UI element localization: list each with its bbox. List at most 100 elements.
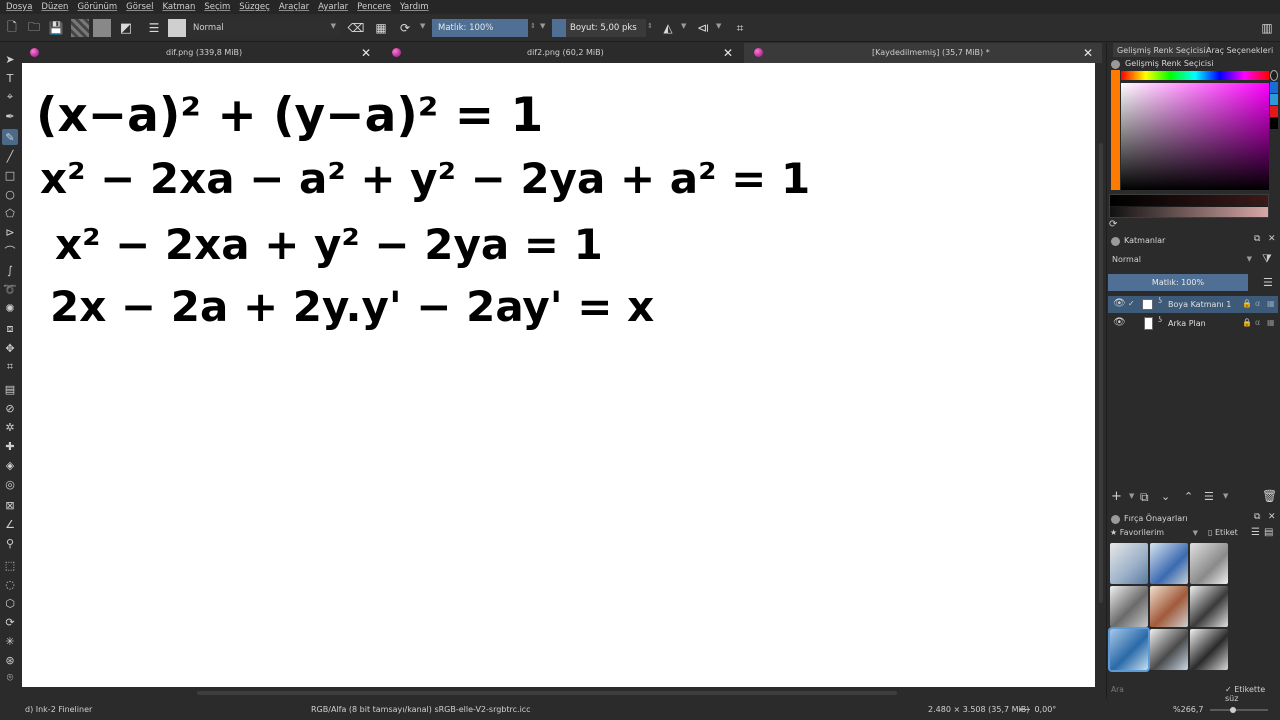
eraser-icon[interactable]: ⌫ bbox=[347, 19, 365, 37]
brush-preset-sketch[interactable] bbox=[1150, 629, 1188, 670]
alpha-icon[interactable]: α bbox=[1255, 299, 1260, 308]
save-icon[interactable]: 💾 bbox=[47, 19, 65, 37]
menu-icon[interactable]: ☰ bbox=[1263, 276, 1273, 289]
brush-preset-ink-fineliner-selected[interactable] bbox=[1108, 627, 1150, 672]
reference-images-tool-icon[interactable]: ⚲ bbox=[2, 535, 18, 551]
close-icon[interactable]: ✕ bbox=[361, 46, 371, 60]
status-rotation[interactable]: ⟵ 0,00° bbox=[1019, 699, 1056, 720]
inherit-alpha-icon[interactable]: ▦ bbox=[1267, 299, 1275, 308]
float-panel-icon[interactable]: ⧉ bbox=[1254, 234, 1260, 244]
mirror-vertical-icon[interactable]: ⧏ bbox=[694, 19, 712, 37]
select-shapes-tool-icon[interactable]: ➤ bbox=[2, 51, 18, 67]
brush-preset-eraser[interactable] bbox=[1110, 543, 1148, 584]
move-layer-down-icon[interactable]: ⌄ bbox=[1161, 490, 1170, 503]
calligraphy-tool-icon[interactable]: ✒ bbox=[2, 108, 18, 124]
brush-preset-ink-pen[interactable] bbox=[1110, 586, 1148, 627]
tab-dif[interactable]: dif.png (339,8 MiB) ✕ bbox=[20, 43, 380, 63]
menu-item[interactable]: Süzgeç bbox=[239, 2, 270, 12]
layer-blend-select[interactable]: Normal ▼ bbox=[1108, 252, 1256, 266]
patch-circle-icon[interactable] bbox=[1270, 70, 1278, 81]
assistant-tool-icon[interactable]: ⊠ bbox=[2, 497, 18, 513]
brush-preset-icon[interactable] bbox=[168, 19, 186, 37]
fg-bg-color-icon[interactable]: ◩ bbox=[117, 19, 135, 37]
alpha-lock-icon[interactable]: ▦ bbox=[372, 19, 390, 37]
saturation-value-square[interactable] bbox=[1121, 83, 1269, 190]
reload-preset-icon[interactable]: ⟳ bbox=[396, 19, 414, 37]
freehand-selection-tool-icon[interactable]: ⟳ bbox=[2, 614, 18, 630]
scrollbar-thumb[interactable] bbox=[197, 691, 897, 695]
foreground-color-bar[interactable] bbox=[1111, 70, 1120, 190]
tab-dif2[interactable]: dif2.png (60,2 MiB) ✕ bbox=[382, 43, 742, 63]
wrap-around-icon[interactable]: ⌗ bbox=[731, 19, 749, 37]
mirror-horizontal-icon[interactable]: ◭ bbox=[659, 19, 677, 37]
color-patch[interactable] bbox=[1270, 118, 1278, 129]
rectangular-selection-tool-icon[interactable]: ⬚ bbox=[2, 557, 18, 573]
close-icon[interactable]: ✕ bbox=[1268, 234, 1276, 244]
menu-item[interactable]: Pencere bbox=[357, 2, 391, 12]
close-icon[interactable]: ✕ bbox=[723, 46, 733, 60]
color-patch[interactable] bbox=[1270, 106, 1278, 117]
checkmark-icon[interactable]: ✓ bbox=[1128, 299, 1135, 308]
measure-tool-icon[interactable]: ∠ bbox=[2, 516, 18, 532]
close-icon[interactable]: ✕ bbox=[1268, 512, 1276, 522]
alpha-icon[interactable]: α bbox=[1255, 318, 1260, 327]
lock-icon[interactable]: 🔒 bbox=[1242, 318, 1252, 327]
polyline-tool-icon[interactable]: ⊳ bbox=[2, 224, 18, 240]
brush-preset-pencil-blue[interactable] bbox=[1150, 543, 1188, 584]
delete-layer-icon[interactable]: 🗑 bbox=[1262, 489, 1277, 503]
vertical-scrollbar[interactable] bbox=[1097, 63, 1105, 687]
menu-item[interactable]: Dosya bbox=[6, 2, 32, 12]
menu-item[interactable]: Görsel bbox=[126, 2, 153, 12]
menu-item[interactable]: Katman bbox=[162, 2, 195, 12]
transform-tool-icon[interactable]: ⧈ bbox=[2, 321, 18, 337]
float-panel-icon[interactable]: ⧉ bbox=[1254, 512, 1260, 522]
layer-opacity-slider[interactable]: Matlık: 100% bbox=[1108, 274, 1248, 291]
freehand-path-tool-icon[interactable]: ∫ bbox=[2, 262, 18, 278]
gradient-tool-icon[interactable]: ▤ bbox=[2, 381, 18, 397]
brush-preset-fineliner[interactable] bbox=[1190, 586, 1228, 627]
inherit-alpha-icon[interactable]: ▦ bbox=[1267, 318, 1275, 327]
move-tool-icon[interactable]: ✥ bbox=[2, 340, 18, 356]
blend-mode-select[interactable]: Normal ▼ bbox=[188, 19, 340, 37]
add-layer-icon[interactable]: + bbox=[1111, 489, 1122, 504]
tab-unsaved[interactable]: [Kaydedilmemiş] (35,7 MiB) * ✕ bbox=[744, 43, 1102, 63]
multibrush-tool-icon[interactable]: ✺ bbox=[2, 300, 18, 316]
ellipse-tool-icon[interactable]: ○ bbox=[2, 186, 18, 202]
preset-search-input[interactable]: Ara bbox=[1110, 685, 1222, 696]
filter-by-tag-checkbox[interactable]: ✓ Etikette süz bbox=[1225, 685, 1280, 703]
new-document-icon[interactable]: 🗋 bbox=[3, 19, 21, 37]
drawing-canvas[interactable]: (x−a)² + (y−a)² = 1 x² − 2xa − a² + y² −… bbox=[22, 63, 1095, 687]
menu-item[interactable]: Araçlar bbox=[279, 2, 309, 12]
filter-icon[interactable]: ⧩ bbox=[1262, 252, 1272, 266]
colorize-mask-tool-icon[interactable]: ✲ bbox=[2, 419, 18, 435]
visibility-eye-icon[interactable]: 👁 bbox=[1113, 317, 1126, 328]
stepper-icon[interactable]: ⇕ bbox=[647, 22, 653, 30]
bezier-tool-icon[interactable]: ⌒ bbox=[2, 243, 18, 259]
menu-item[interactable]: Görünüm bbox=[77, 2, 117, 12]
smart-patch-tool-icon[interactable]: ✚ bbox=[2, 438, 18, 454]
tab-color-selector[interactable]: Gelişmiş Renk Seçicisi bbox=[1113, 43, 1210, 57]
advanced-color-selector[interactable] bbox=[1109, 68, 1269, 192]
layer-properties-icon[interactable]: ☰ bbox=[1204, 490, 1214, 503]
fill-tool-icon[interactable]: ◈ bbox=[2, 457, 18, 473]
brush-preset-brush[interactable] bbox=[1190, 629, 1228, 670]
menu-item[interactable]: Yardım bbox=[400, 2, 429, 12]
freehand-brush-tool-icon[interactable]: ✎ bbox=[2, 129, 18, 145]
brush-settings-icon[interactable]: ☰ bbox=[145, 19, 163, 37]
stepper-icon[interactable]: ⇕ bbox=[530, 22, 536, 30]
duplicate-layer-icon[interactable]: ⧉ bbox=[1140, 490, 1149, 505]
layer-row[interactable]: 👁 ʖ Arka Plan 🔒 α ▦ bbox=[1108, 315, 1278, 332]
line-tool-icon[interactable]: ╱ bbox=[2, 148, 18, 164]
opacity-slider[interactable]: Matlık: 100% bbox=[432, 19, 528, 37]
rectangle-tool-icon[interactable]: □ bbox=[2, 167, 18, 183]
similar-color-selection-tool-icon[interactable]: ⊛ bbox=[2, 652, 18, 668]
brush-preset-eraser-soft[interactable] bbox=[1190, 543, 1228, 584]
workspace-icon[interactable]: ▥ bbox=[1258, 19, 1276, 37]
hue-strip[interactable] bbox=[1121, 71, 1269, 80]
color-sampler-tool-icon[interactable]: ⊘ bbox=[2, 400, 18, 416]
polygonal-selection-tool-icon[interactable]: ⬡ bbox=[2, 595, 18, 611]
move-layer-up-icon[interactable]: ⌃ bbox=[1184, 490, 1193, 503]
menu-item[interactable]: Ayarlar bbox=[318, 2, 348, 12]
crop-tool-icon[interactable]: ⌗ bbox=[2, 359, 18, 375]
polygon-tool-icon[interactable]: ⬠ bbox=[2, 205, 18, 221]
